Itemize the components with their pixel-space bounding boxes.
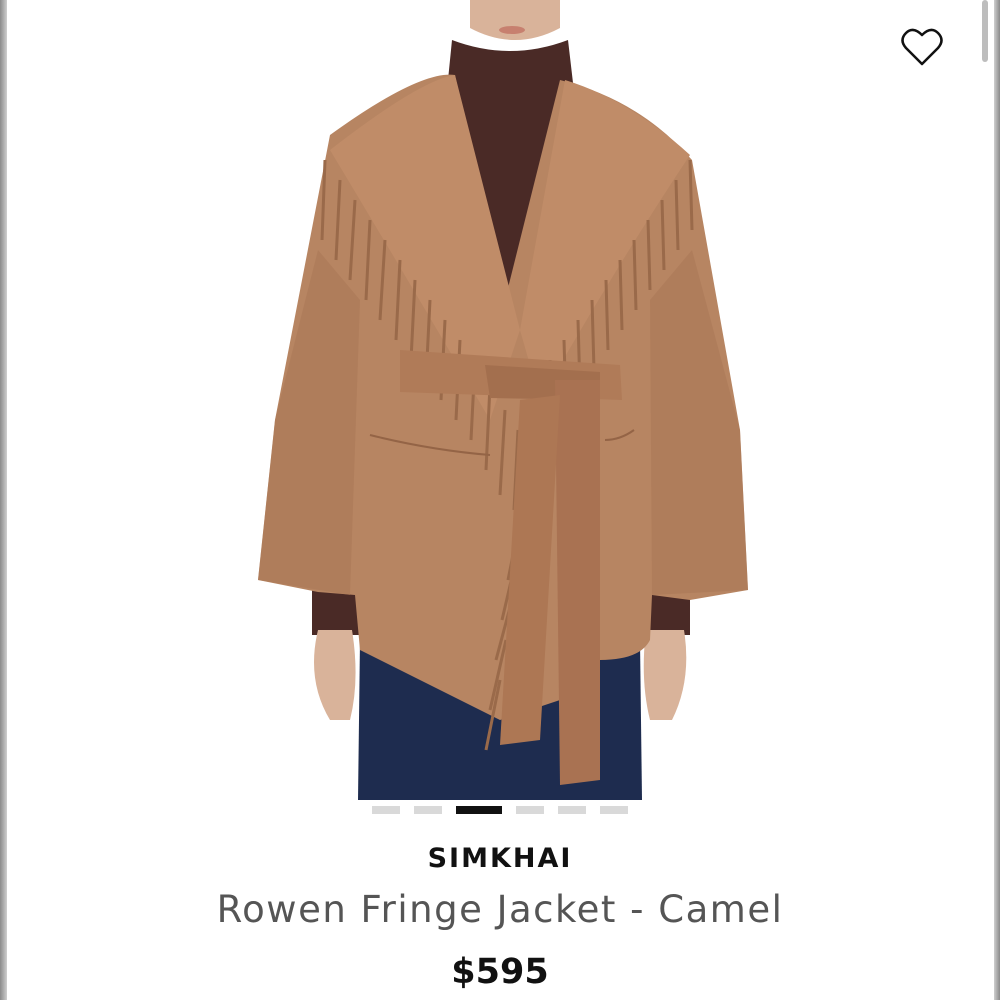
carousel-dot-active[interactable] bbox=[456, 806, 502, 814]
carousel-indicators bbox=[0, 806, 1000, 816]
carousel-dot[interactable] bbox=[558, 806, 586, 814]
product-brand[interactable]: SIMKHAI bbox=[0, 843, 1000, 874]
heart-outline-icon[interactable] bbox=[900, 26, 944, 68]
scrollbar[interactable] bbox=[982, 0, 988, 62]
carousel-dot[interactable] bbox=[516, 806, 544, 814]
product-image[interactable] bbox=[250, 0, 760, 800]
product-price: $595 bbox=[451, 952, 549, 992]
carousel-dot[interactable] bbox=[372, 806, 400, 814]
carousel-dot[interactable] bbox=[414, 806, 442, 814]
carousel-dot[interactable] bbox=[600, 806, 628, 814]
product-title: Rowen Fringe Jacket - Camel bbox=[216, 888, 784, 931]
